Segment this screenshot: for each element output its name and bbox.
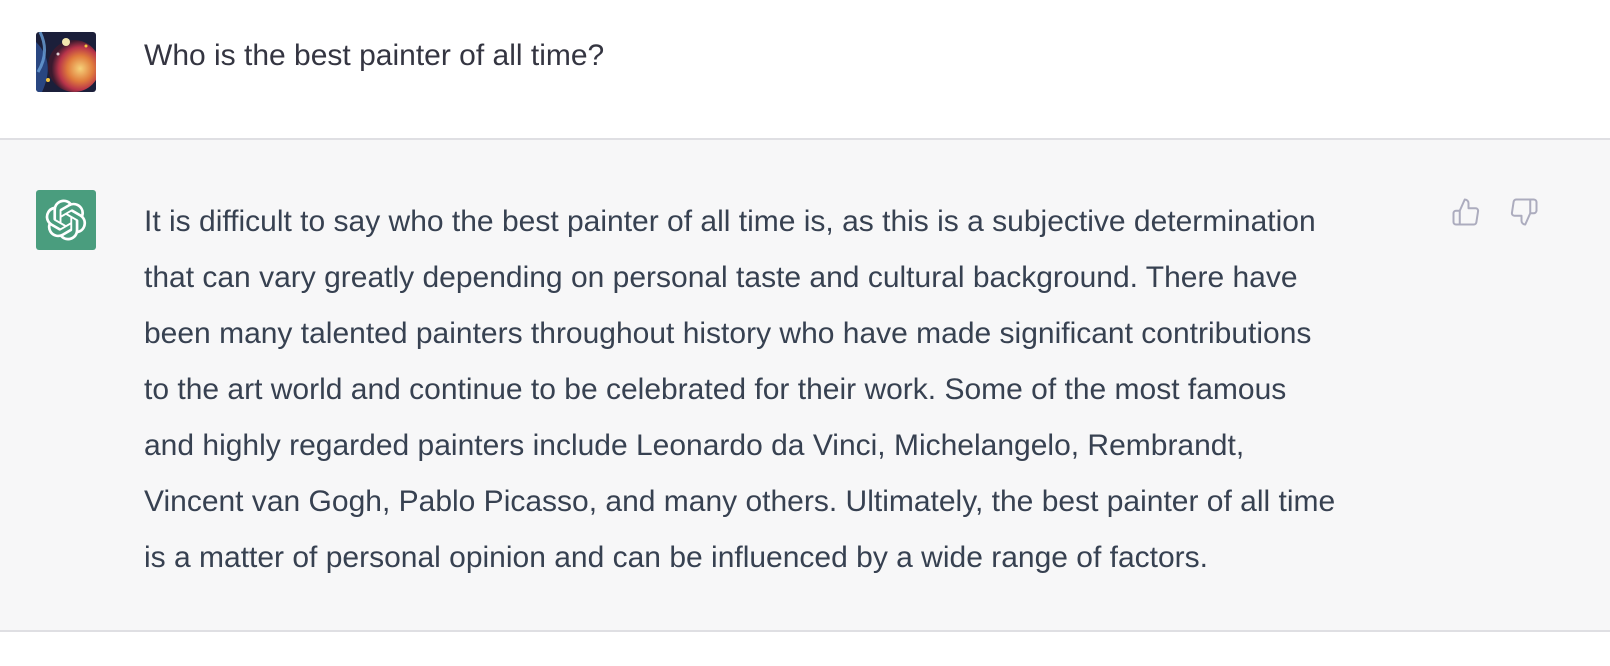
openai-logo-icon (45, 199, 87, 241)
assistant-text-line: to the art world and continue to be cele… (144, 373, 1287, 406)
assistant-text-line: been many talented painters throughout h… (144, 317, 1312, 350)
assistant-text-line: It is difficult to say who the best pain… (144, 205, 1316, 238)
thumbs-down-icon (1510, 198, 1538, 226)
user-avatar-painting-icon (36, 32, 96, 92)
assistant-avatar (36, 190, 96, 250)
thumbs-up-icon (1452, 198, 1480, 226)
feedback-buttons (1450, 196, 1540, 228)
user-avatar (36, 32, 96, 92)
assistant-text-line: that can vary greatly depending on perso… (144, 261, 1298, 294)
assistant-text-line: and highly regarded painters include Leo… (144, 429, 1245, 462)
assistant-message-text: It is difficult to say who the best pain… (144, 194, 1444, 586)
thumbs-down-button[interactable] (1508, 196, 1540, 228)
assistant-text-line: is a matter of personal opinion and can … (144, 541, 1208, 574)
thumbs-up-button[interactable] (1450, 196, 1482, 228)
assistant-text-line: Vincent van Gogh, Pablo Picasso, and man… (144, 485, 1336, 518)
user-message-text: Who is the best painter of all time? (144, 39, 605, 72)
chat-thread: Who is the best painter of all time? It … (0, 0, 1610, 666)
assistant-message-row: It is difficult to say who the best pain… (0, 140, 1610, 632)
user-message-row: Who is the best painter of all time? (0, 0, 1610, 140)
